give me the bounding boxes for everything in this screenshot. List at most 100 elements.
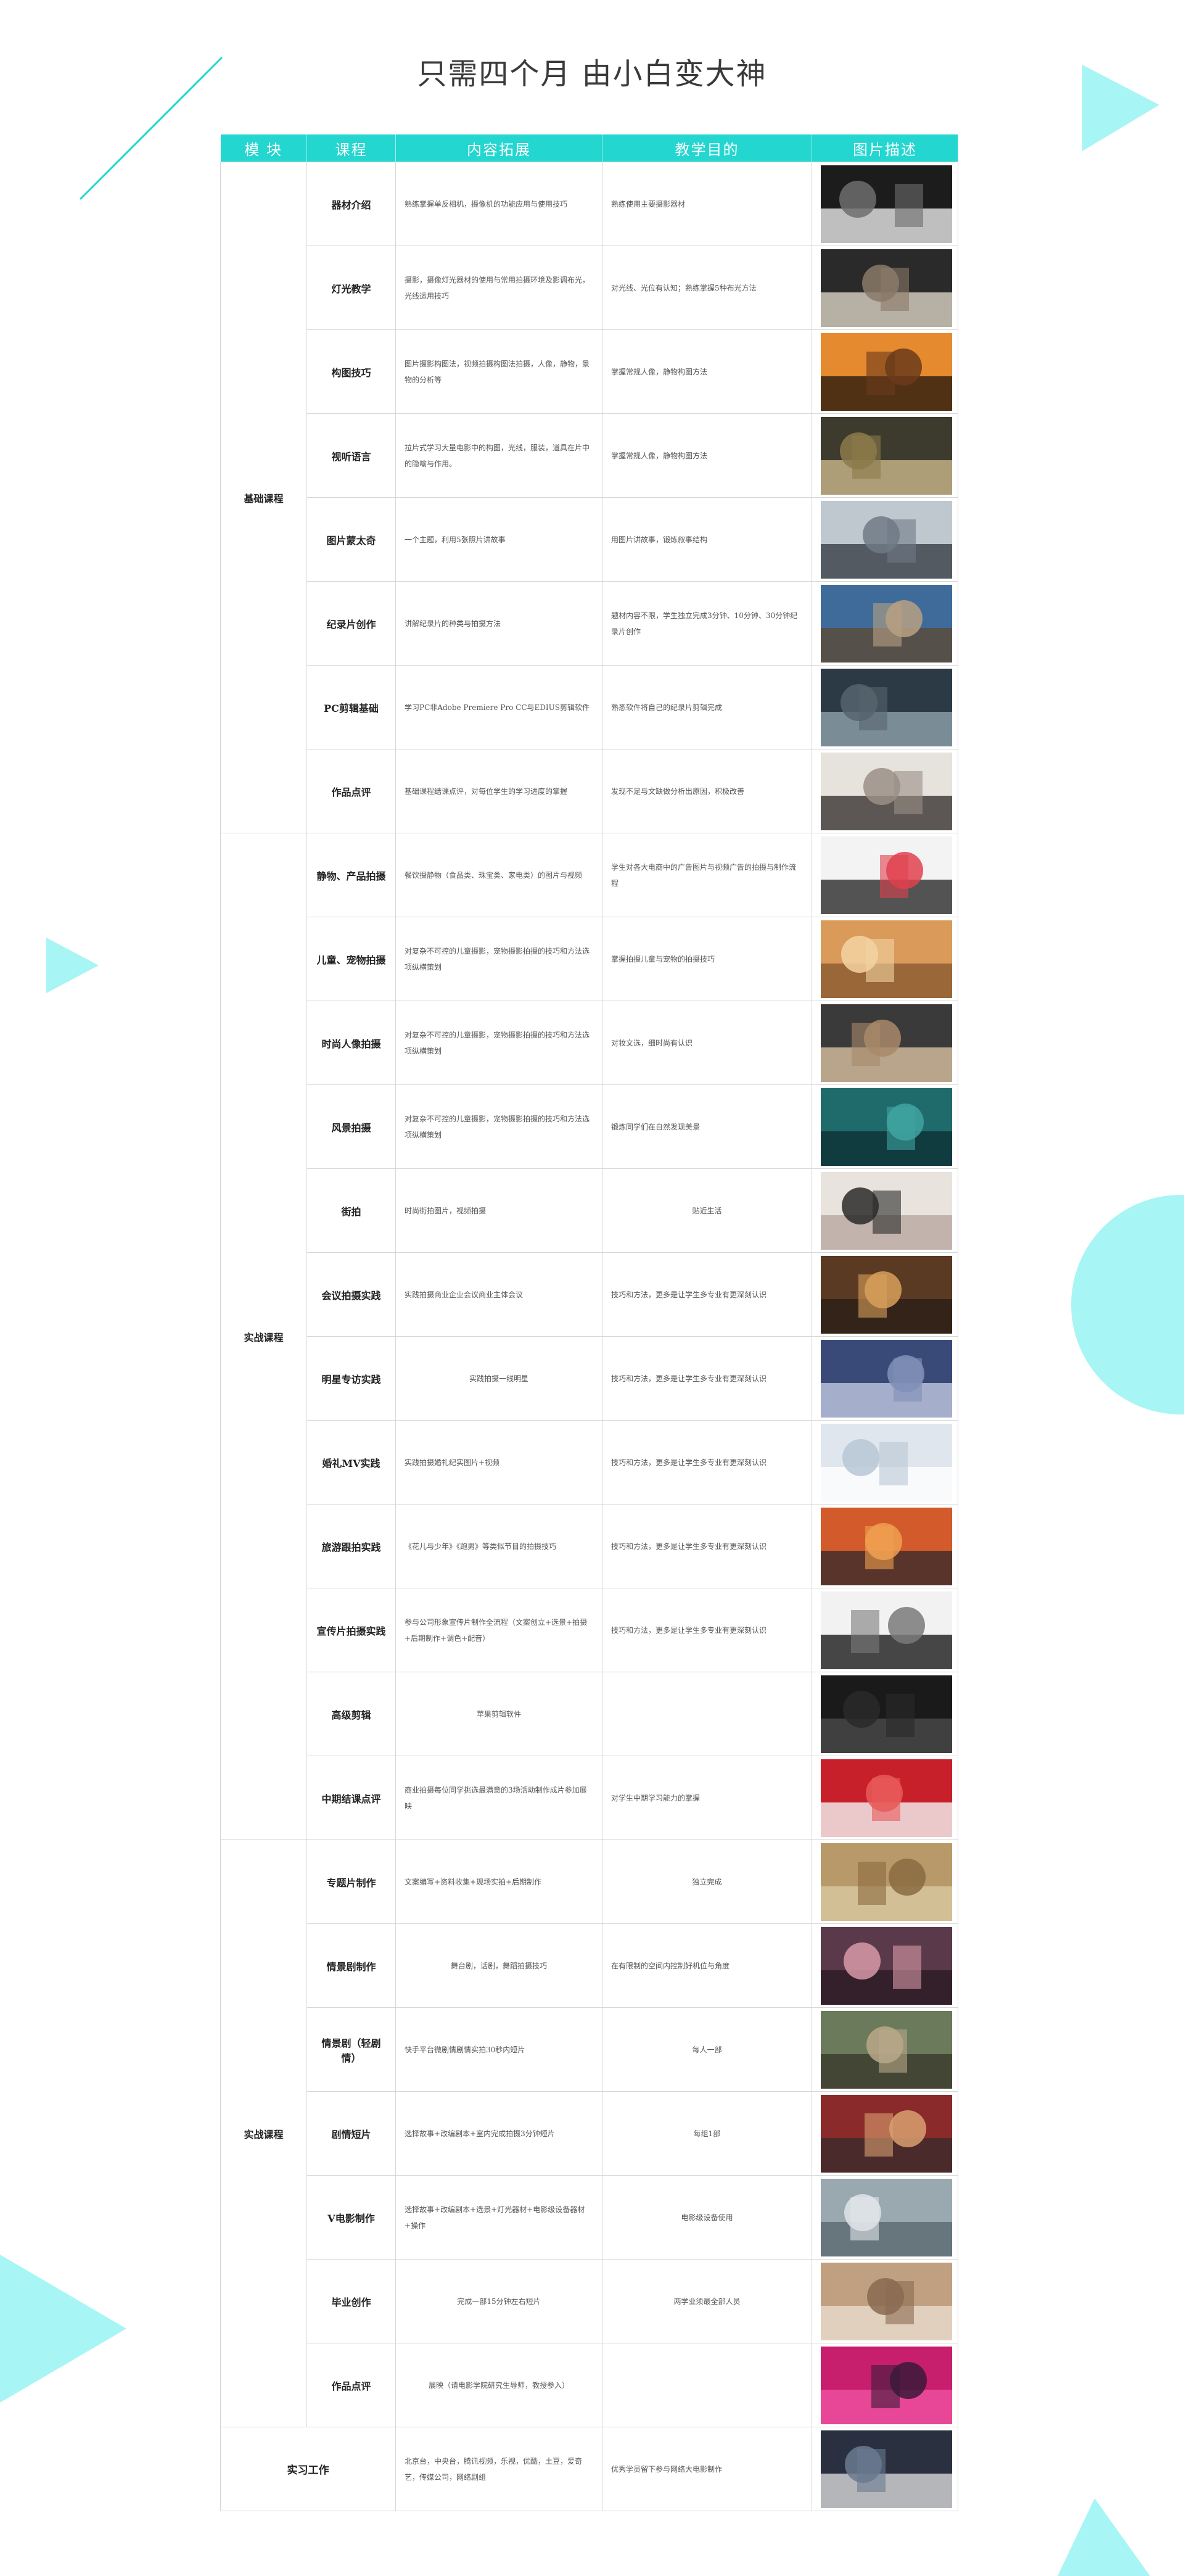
course-goal (602, 1672, 812, 1756)
course-picture (812, 1001, 958, 1085)
course-name: 灯光教学 (306, 246, 396, 330)
course-picture (812, 1252, 958, 1337)
table-row: 会议拍摄实践 实践拍摄商业企业会议商业主体会议 技巧和方法，更多是让学生多专业有更深… (221, 1252, 958, 1337)
course-name: 专题片制作 (306, 1839, 396, 1924)
course-picture (812, 2259, 958, 2343)
course-name: 会议拍摄实践 (306, 1252, 396, 1337)
wedding-photo (821, 1423, 952, 1501)
mid-review-photo (821, 1759, 952, 1837)
course-goal: 对学生中期学习能力的掌握 (602, 1756, 812, 1840)
promo-film-photo (821, 1591, 952, 1669)
documentary-photo (821, 1843, 952, 1921)
graduation-film-photo (821, 2262, 952, 2340)
course-goal: 掌握常规人像，静物构图方法 (602, 329, 812, 414)
table-row: 情景剧（轻剧情） 快手平台微剧情剧情实拍30秒内短片 每人一部 (221, 2007, 958, 2092)
course-content: 熟练掌握单反相机，摄像机的功能应用与使用技巧 (395, 162, 602, 246)
handbags-photo (821, 836, 952, 914)
course-goal: 两学业须最全部人员 (602, 2259, 812, 2343)
course-name: 剧情短片 (306, 2091, 396, 2176)
course-goal: 学生对各大电商中的广告图片与视频广告的拍摄与制作流程 (602, 833, 812, 917)
course-content: 文案编写+资料收集+现场实拍+后期制作 (395, 1839, 602, 1924)
table-row: 作品点评 展映（请电影学院研究生导师，教授参入） (221, 2343, 958, 2427)
course-content: 学习PC非Adobe Premiere Pro CC与EDIUS剪辑软件 (395, 665, 602, 749)
course-name: 图片蒙太奇 (306, 497, 396, 582)
table-row: 街拍 时尚街拍图片，视频拍摄 贴近生活 (221, 1168, 958, 1253)
header-goal: 教学目的 (602, 134, 812, 162)
course-picture (812, 581, 958, 666)
course-name: 儿童、宠物拍摄 (306, 917, 396, 1001)
table-row: 宣传片拍摄实践 参与公司形象宣传片制作全流程（文案创立+选景+拍摄+后期制作+调色… (221, 1588, 958, 1672)
table-row: 基础课程 器材介绍 熟练掌握单反相机，摄像机的功能应用与使用技巧 熟练使用主要摄影器材 (220, 162, 958, 833)
triangle-decoration-bottom-right (1058, 2498, 1150, 2576)
course-content: 拉片式学习大量电影中的构图，光线，服装，道具在片中的隐喻与作用。 (395, 413, 602, 498)
course-picture (812, 665, 958, 749)
table-row: 作品点评 基础课程结课点评，对每位学生的学习进度的掌握 发现不足与文缺做分析出原因，… (221, 749, 958, 833)
course-picture (812, 497, 958, 582)
course-content: 实践拍摄一线明星 (395, 1336, 602, 1421)
fashion-portrait-photo (821, 1004, 952, 1082)
course-content: 对复杂不可控的儿童摄影，宠物摄影拍摄的技巧和方法选项纵横策划 (395, 917, 602, 1001)
course-name: 旅游跟拍实践 (306, 1504, 396, 1588)
course-goal: 在有限制的空间内控制好机位与角度 (602, 1923, 812, 2008)
course-name: 纪录片创作 (306, 581, 396, 666)
table-body: 基础课程 器材介绍 熟练掌握单反相机，摄像机的功能应用与使用技巧 熟练使用主要摄影器材… (220, 162, 958, 2511)
table-row: 时尚人像拍摄 对复杂不可控的儿童摄影，宠物摄影拍摄的技巧和方法选项纵横策划 对妆文选… (221, 1001, 958, 1085)
course-name: 情景剧（轻剧情） (306, 2007, 396, 2092)
editing-software-photo (821, 668, 952, 746)
course-goal: 电影级设备使用 (602, 2175, 812, 2260)
course-picture (812, 162, 958, 246)
course-name: PC剪辑基础 (306, 665, 396, 749)
course-picture (812, 329, 958, 414)
course-content: 苹果剪辑软件 (395, 1672, 602, 1756)
course-name: 视听语言 (306, 413, 396, 498)
course-picture (812, 2007, 958, 2092)
course-content: 餐饮摄静物（食品类、珠宝类、家电类）的图片与视频 (395, 833, 602, 917)
header-course: 课程 (306, 134, 396, 162)
course-picture (812, 1672, 958, 1756)
street-fashion-photo (821, 1171, 952, 1250)
intern-content: 北京台，中央台，腾讯视频，乐视，优酷，土豆，爱奇艺，传媒公司，网络剧组 (395, 2427, 602, 2511)
course-content: 实践拍摄婚礼纪实图片+视频 (395, 1420, 602, 1505)
course-content: 选择故事+改编剧本+选景+灯光器材+电影级设备器材+操作 (395, 2175, 602, 2260)
course-picture (812, 1336, 958, 1421)
course-name: 情景剧制作 (306, 1923, 396, 2008)
course-picture (812, 1084, 958, 1169)
table-row: PC剪辑基础 学习PC非Adobe Premiere Pro CC与EDIUS剪辑… (221, 665, 958, 749)
course-name: 构图技巧 (306, 329, 396, 414)
film-still-photo (821, 416, 952, 495)
camera-gear-photo (821, 165, 952, 243)
course-goal: 技巧和方法，更多是让学生多专业有更深刻认识 (602, 1588, 812, 1672)
celebrity-interview-photo (821, 1339, 952, 1418)
course-goal: 独立完成 (602, 1839, 812, 1924)
course-content: 快手平台微剧情剧情实拍30秒内短片 (395, 2007, 602, 2092)
course-name: 宣传片拍摄实践 (306, 1588, 396, 1672)
table-row: 高级剪辑 苹果剪辑软件 (221, 1672, 958, 1756)
course-picture (812, 2175, 958, 2260)
course-content: 选择故事+改编剧本+室内完成拍摄3分钟短片 (395, 2091, 602, 2176)
course-content: 参与公司形象宣传片制作全流程（文案创立+选景+拍摄+后期制作+调色+配音） (395, 1588, 602, 1672)
course-goal: 熟练使用主要摄影器材 (602, 162, 812, 246)
table-row: 剧情短片 选择故事+改编剧本+室内完成拍摄3分钟短片 每组1部 (221, 2091, 958, 2176)
page-title: 只需四个月 由小白变大神 (417, 57, 767, 91)
triangle-decoration-left (46, 938, 99, 993)
table-row: 中期结课点评 商业拍摄每位同学挑选最满意的3场活动制作成片参加展映 对学生中期学习能… (221, 1756, 958, 1840)
fantasy-landscape-photo (821, 1088, 952, 1166)
course-content: 时尚街拍图片，视频拍摄 (395, 1168, 602, 1253)
table-row: 情景剧制作 舞台剧，话剧，舞蹈拍摄技巧 在有限制的空间内控制好机位与角度 (221, 1923, 958, 2008)
table-row: 实战课程 静物、产品拍摄 餐饮摄静物（食品类、珠宝类、家电类）的图片与视频 学生对各大… (220, 833, 958, 1840)
course-picture (812, 1923, 958, 2008)
course-goal: 掌握常规人像，静物构图方法 (602, 413, 812, 498)
table-row: 明星专访实践 实践拍摄一线明星 技巧和方法，更多是让学生多专业有更深刻认识 (221, 1336, 958, 1421)
advanced-editing-photo (821, 1675, 952, 1753)
course-goal: 技巧和方法，更多是让学生多专业有更深刻认识 (602, 1336, 812, 1421)
course-content: 商业拍摄每位同学挑选最满意的3场活动制作成片参加展映 (395, 1756, 602, 1840)
course-content: 讲解纪录片的种类与拍摄方法 (395, 581, 602, 666)
course-goal: 每人一部 (602, 2007, 812, 2092)
circle-decoration-right (1071, 1195, 1184, 1414)
mountain-landscape-photo (821, 584, 952, 663)
short-film-photo (821, 2094, 952, 2173)
table-row-intern: 实习工作 北京台，中央台，腾讯视频，乐视，优酷，土豆，爱奇艺，传媒公司，网络剧组优… (220, 2427, 958, 2511)
sunset-tree-photo (821, 332, 952, 411)
course-picture (812, 2091, 958, 2176)
course-name: 毕业创作 (306, 2259, 396, 2343)
